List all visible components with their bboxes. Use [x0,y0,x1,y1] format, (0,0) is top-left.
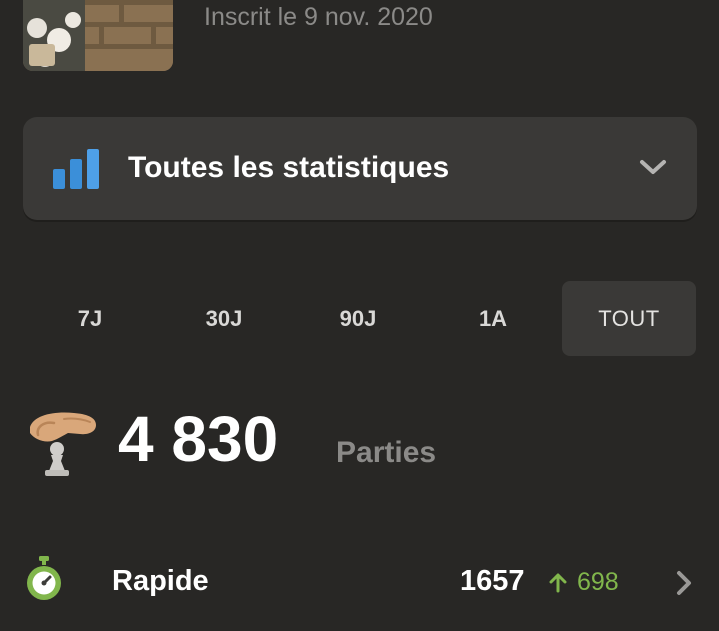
profile-avatar[interactable] [23,0,173,71]
chevron-right-icon [677,571,691,595]
stopwatch-icon [27,556,61,600]
chevron-down-icon [640,160,666,174]
mode-label: Rapide [112,565,209,597]
tab-7d[interactable]: 7J [23,281,157,356]
rating-value: 1657 [460,565,525,597]
joined-date: Inscrit le 9 nov. 2020 [204,3,433,31]
pawn-in-hand-icon [30,412,96,476]
dropdown-label: Toutes les statistiques [128,151,450,184]
arrow-up-icon [549,573,567,593]
avatar-image [23,0,173,71]
mode-row-rapid[interactable]: Rapide 1657 698 [0,542,719,622]
rating-change: 698 [577,568,619,596]
time-range-tabs: 7J 30J 90J 1A TOUT [23,281,697,356]
tab-1y[interactable]: 1A [426,281,560,356]
tab-all[interactable]: TOUT [562,281,696,356]
tab-30d[interactable]: 30J [157,281,291,356]
statistics-dropdown[interactable]: Toutes les statistiques [23,117,697,220]
games-count: 4 830 [118,403,279,475]
games-label: Parties [336,436,437,469]
bar-chart-icon [53,149,99,189]
tab-90d[interactable]: 90J [291,281,425,356]
